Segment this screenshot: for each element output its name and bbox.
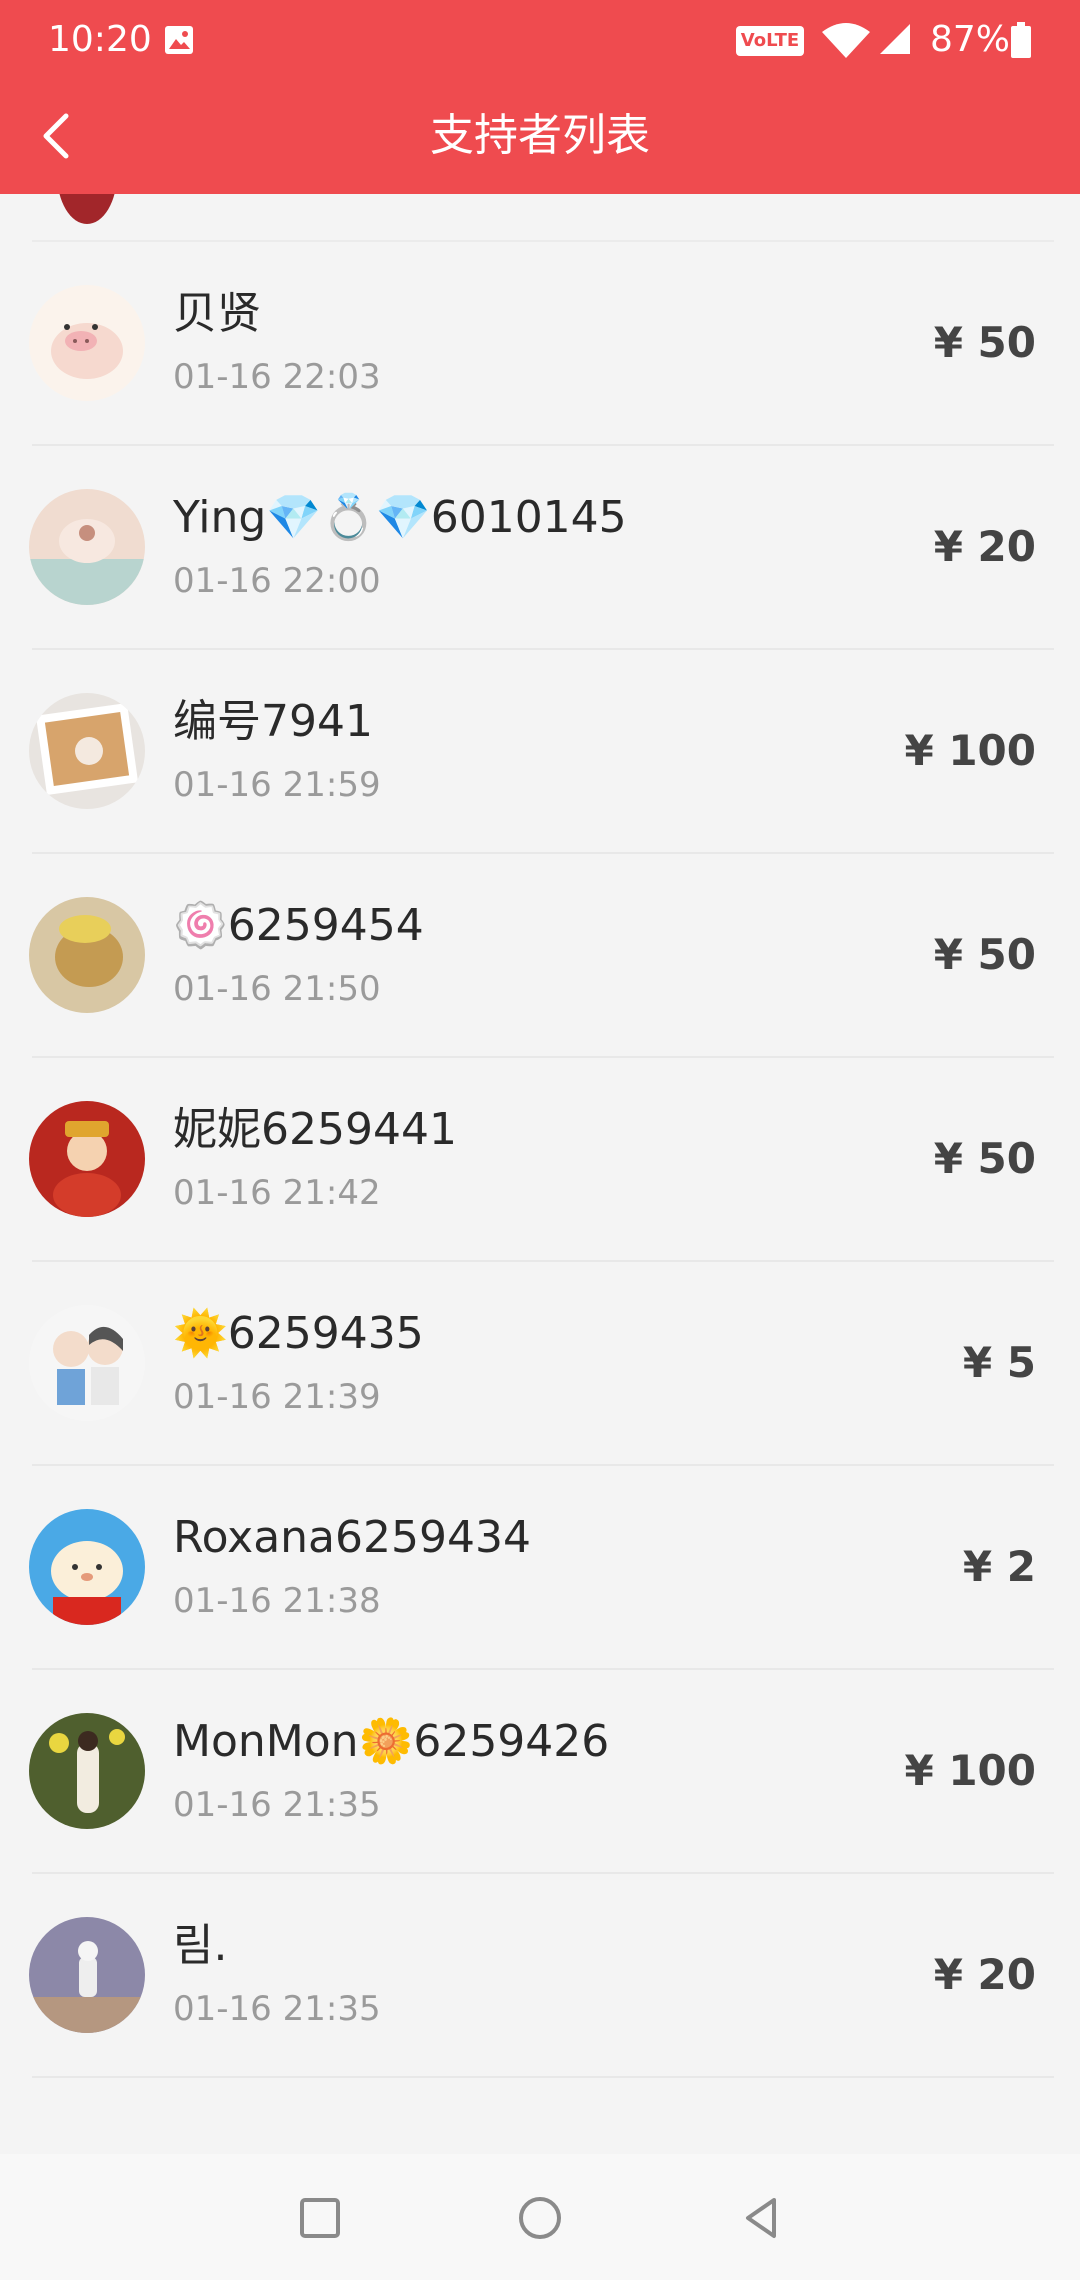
supporter-name: 🌞6259435 — [173, 1308, 424, 1359]
avatar — [29, 1917, 145, 2033]
square-icon[interactable] — [292, 2190, 348, 2246]
signal-icon — [880, 24, 910, 54]
avatar — [29, 285, 145, 401]
supporter-name: Roxana6259434 — [173, 1512, 531, 1563]
volte-badge: VoLTE — [736, 26, 804, 56]
supporter-name: 妮妮6259441 — [173, 1104, 457, 1155]
support-amount: ¥ 20 — [933, 522, 1036, 571]
list-item[interactable]: Roxana6259434 01-16 21:38 ¥ 2 — [29, 1466, 1054, 1670]
avatar — [29, 693, 145, 809]
avatar — [29, 1713, 145, 1829]
list-item[interactable]: MonMon🌼6259426 01-16 21:35 ¥ 100 — [29, 1670, 1054, 1874]
support-time: 01-16 21:39 — [173, 1377, 381, 1417]
status-bar: 10:20 VoLTE 87% — [0, 0, 1080, 80]
support-amount: ¥ 5 — [962, 1338, 1036, 1387]
avatar — [29, 1305, 145, 1421]
list-item[interactable]: 妮妮6259441 01-16 21:42 ¥ 50 — [29, 1058, 1054, 1262]
list-item[interactable]: 🍥6259454 01-16 21:50 ¥ 50 — [29, 854, 1054, 1058]
avatar — [29, 1509, 145, 1625]
avatar — [29, 489, 145, 605]
supporter-name: 🍥6259454 — [173, 900, 424, 951]
list-item-partial — [0, 194, 1080, 242]
avatar — [29, 1101, 145, 1217]
list-item[interactable]: Ying💎💍💎6010145 01-16 22:00 ¥ 20 — [29, 446, 1054, 650]
supporter-name: MonMon🌼6259426 — [173, 1716, 610, 1767]
avatar — [57, 194, 117, 224]
supporter-name: 贝贤 — [173, 288, 261, 339]
support-time: 01-16 21:35 — [173, 1785, 381, 1825]
support-time: 01-16 21:38 — [173, 1581, 381, 1621]
support-time: 01-16 22:03 — [173, 357, 381, 397]
support-amount: ¥ 50 — [933, 930, 1036, 979]
supporter-name: 림. — [173, 1920, 228, 1971]
support-amount: ¥ 100 — [904, 726, 1036, 775]
support-time: 01-16 21:42 — [173, 1173, 381, 1213]
triangle-back-icon[interactable] — [734, 2190, 790, 2246]
list-item[interactable]: 编号7941 01-16 21:59 ¥ 100 — [29, 650, 1054, 854]
supporter-name: 编号7941 — [173, 696, 373, 747]
support-amount: ¥ 20 — [933, 1950, 1036, 1999]
list-item[interactable]: 贝贤 01-16 22:03 ¥ 50 — [29, 242, 1054, 446]
page-title: 支持者列表 — [430, 110, 650, 161]
battery-percent: 87% — [930, 19, 1011, 60]
status-time: 10:20 — [48, 19, 152, 60]
avatar — [29, 897, 145, 1013]
supporter-name: Ying💎💍💎6010145 — [173, 492, 627, 543]
circle-icon[interactable] — [512, 2190, 568, 2246]
support-time: 01-16 21:35 — [173, 1989, 381, 2029]
support-amount: ¥ 2 — [962, 1542, 1036, 1591]
list-item[interactable]: 림. 01-16 21:35 ¥ 20 — [29, 1874, 1054, 2078]
support-amount: ¥ 50 — [933, 1134, 1036, 1183]
list-item[interactable]: 🌞6259435 01-16 21:39 ¥ 5 — [29, 1262, 1054, 1466]
system-nav-bar — [0, 2154, 1080, 2280]
support-time: 01-16 21:59 — [173, 765, 381, 805]
image-notification-icon — [165, 26, 193, 54]
support-time: 01-16 22:00 — [173, 561, 381, 601]
support-amount: ¥ 100 — [904, 1746, 1036, 1795]
support-amount: ¥ 50 — [933, 318, 1036, 367]
wifi-icon — [822, 23, 870, 58]
app-header: 10:20 VoLTE 87% 支持者列表 — [0, 0, 1080, 194]
supporter-list[interactable]: 贝贤 01-16 22:03 ¥ 50 Ying💎💍💎6010145 01-16… — [0, 194, 1080, 2154]
support-time: 01-16 21:50 — [173, 969, 381, 1009]
battery-icon — [1011, 22, 1031, 58]
